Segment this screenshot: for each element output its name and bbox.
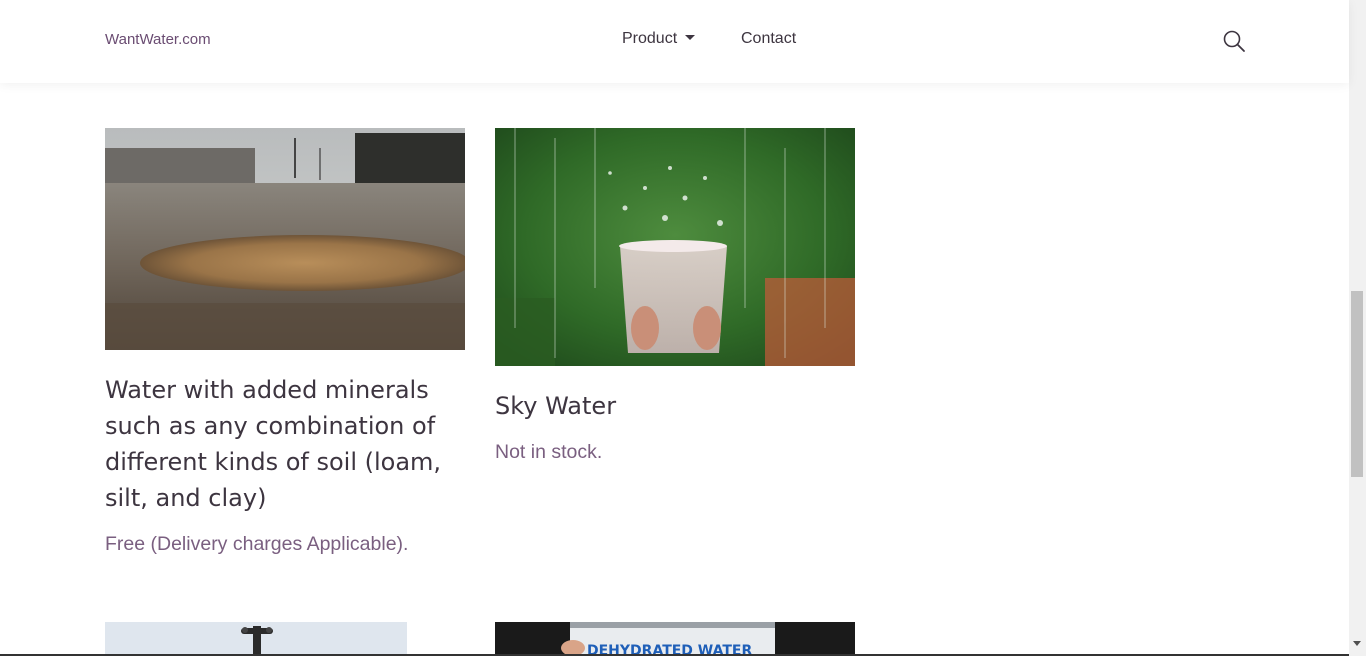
product-title[interactable]: Water with added minerals such as any co… [105,372,465,516]
product-stock-note: Not in stock. [495,441,603,463]
site-header: WantWater.com Product Contact [0,0,1349,83]
product-image-sky-water[interactable] [495,128,855,366]
scrollbar-thumb[interactable] [1351,291,1363,477]
search-icon [1223,30,1245,52]
product-image-dehydrated-water[interactable]: DEHYDRATED WATER [495,622,855,656]
brand-link[interactable]: WantWater.com [105,31,211,48]
product-title[interactable]: Sky Water [495,388,855,424]
product-image-faucet[interactable] [105,622,407,656]
nav-product-dropdown[interactable]: Product [622,30,696,48]
product-image-muddy-puddle[interactable] [105,128,465,350]
nav-contact-link[interactable]: Contact [741,30,796,48]
nav-product-label: Product [622,30,678,47]
caret-down-icon [685,35,696,40]
page-scrollbar[interactable] [1349,0,1366,656]
product-price-note: Free (Delivery charges Applicable). [105,533,409,555]
search-button[interactable] [1222,29,1246,53]
scroll-down-arrow-icon[interactable] [1353,641,1361,646]
